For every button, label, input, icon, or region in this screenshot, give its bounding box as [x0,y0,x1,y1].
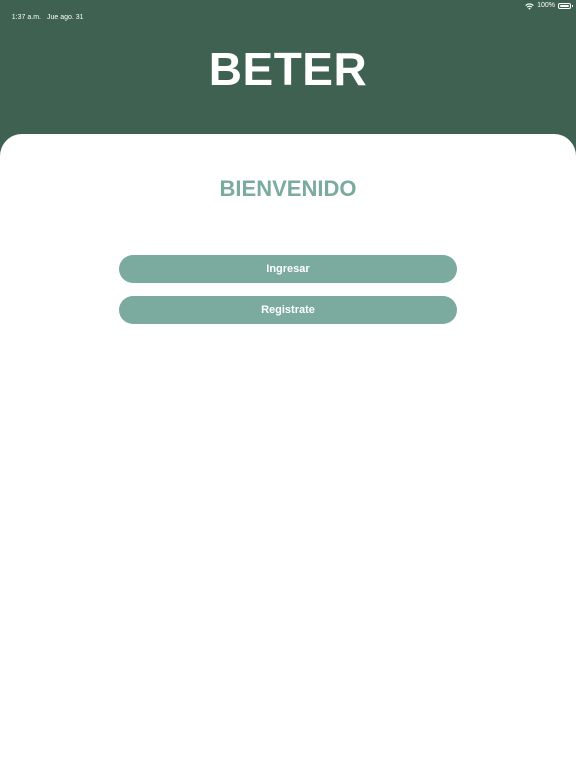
welcome-heading: BIENVENIDO [219,176,357,201]
status-right: 100% [525,0,573,12]
register-button[interactable]: Registrate [119,296,457,324]
battery-icon [558,3,573,9]
app-title: BETER [208,43,368,95]
wifi-icon [525,2,534,10]
main-card: BIENVENIDO Ingresar Registrate [0,134,576,768]
login-button[interactable]: Ingresar [119,255,457,283]
status-bar: 1:37 a.m. Jue ago. 31 100% [0,0,576,21]
header: BETER [0,12,576,134]
battery-percent: 100% [537,2,555,9]
